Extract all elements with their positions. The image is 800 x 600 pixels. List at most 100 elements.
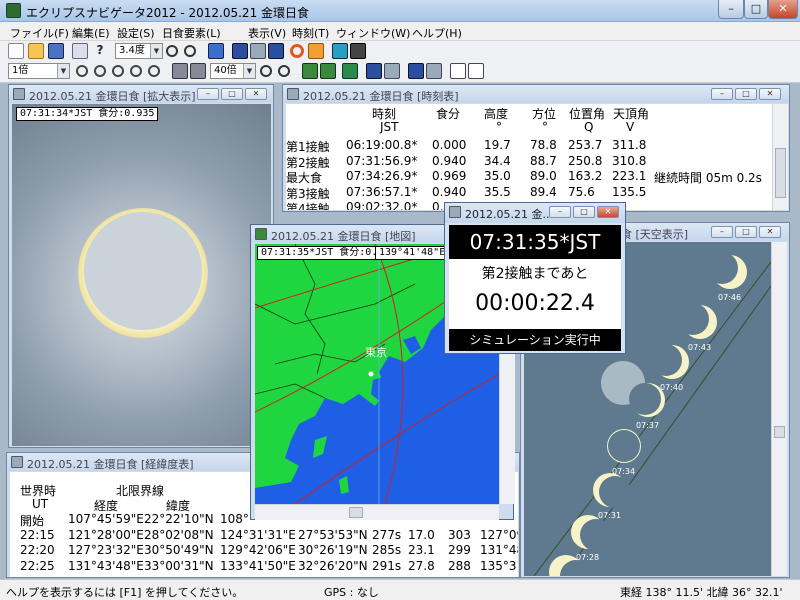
menu-time[interactable]: 時刻(T) [292,25,329,41]
timetable-window: 2012.05.21 金環日食 [時刻表] – □ ✕ 時刻 食分 高度 方位 位置角天… [282,84,790,212]
chevron-down-icon: ▼ [57,64,69,78]
rewind-icon[interactable] [76,65,88,77]
view-sky-icon[interactable] [268,43,284,59]
table-cell: 89.4 [530,184,557,199]
table-cell: 121°28'00"E [68,527,144,542]
window-icon [449,206,461,218]
view-magnified-icon[interactable] [232,43,248,59]
fast-forward-icon[interactable] [148,65,160,77]
photo-icon[interactable] [408,63,424,79]
menu-help[interactable]: ヘルプ(H) [412,25,462,41]
magnification-combo[interactable]: 40倍 ▼ [210,63,256,79]
scroll-thumb[interactable] [774,426,785,438]
countdown-remaining: 00:00:22.4 [475,291,595,316]
close-button[interactable]: ✕ [768,0,798,19]
menu-view[interactable]: 表示(V) [248,25,286,41]
sky-scrollbar[interactable] [771,242,787,576]
tokyo-marker-icon [368,371,374,377]
scroll-thumb[interactable] [349,507,363,518]
step-back-icon[interactable] [94,65,106,77]
table-cell: 06:19:00.8* [346,138,418,152]
zoom-combo[interactable]: 3.4度 ▼ [115,43,163,59]
menu-window[interactable]: ウィンドウ(W) [336,25,410,41]
scroll-thumb[interactable] [775,148,786,198]
close-button[interactable]: ✕ [759,226,781,238]
toolbar-time: 1倍 ▼ 40倍 ▼ [0,61,800,83]
table-cell: 303 [448,527,471,542]
globe-icon[interactable] [302,63,318,79]
minimize-button[interactable]: – [711,226,733,238]
print-icon[interactable] [72,43,88,59]
table-cell: 88.7 [530,153,557,168]
table-cell: 23.1 [408,543,435,557]
table-cell: 129°42'06"E [220,543,296,557]
menu-eclipse-elements[interactable]: 日食要素(L) [162,25,221,41]
menu-file[interactable]: ファイル(F) [10,25,69,41]
maximize-button[interactable]: □ [221,88,243,100]
table-cell: 第4接触 [286,202,330,210]
app-title-bar: エクリプスナビゲータ2012 - 2012.05.21 金環日食 – □ ✕ [0,0,800,22]
menu-edit[interactable]: 編集(E) [72,25,110,41]
toolbar-main: ? 3.4度 ▼ [0,41,800,61]
camera-icon[interactable] [350,43,366,59]
download-icon[interactable] [208,43,224,59]
minimize-button[interactable]: – [549,206,571,218]
timetable-title-bar[interactable]: 2012.05.21 金環日食 [時刻表] – □ ✕ [283,85,789,103]
save-icon[interactable] [48,43,64,59]
maximize-button[interactable]: □ [744,0,768,19]
minimize-button[interactable]: – [711,88,733,100]
moon-disk [84,212,202,330]
help-icon[interactable]: ? [92,43,108,59]
open-folder-icon[interactable] [28,43,44,59]
clock-reset-icon[interactable] [190,63,206,79]
timetable-scrollbar[interactable] [772,104,788,210]
close-button[interactable]: ✕ [245,88,267,100]
minimize-button[interactable]: – [197,88,219,100]
gps-icon[interactable] [342,63,358,79]
speed-combo[interactable]: 1倍 ▼ [8,63,70,79]
table-cell: 28°02'08"N [144,527,214,542]
table-cell: 277s [372,527,402,542]
grid-icon[interactable] [332,43,348,59]
table-cell: 127°09'41" [480,527,518,542]
sun-icon[interactable] [290,44,304,58]
countdown-title-bar[interactable]: 2012.05.21 金... – □ ✕ [445,203,625,223]
zoom-out-icon[interactable] [184,45,196,57]
table-cell: 285s [372,543,402,557]
moon-phase-icon [706,252,738,284]
map-hscrollbar[interactable] [255,504,499,520]
maximize-button[interactable]: □ [735,226,757,238]
maximize-button[interactable]: □ [573,206,595,218]
close-button[interactable]: ✕ [597,206,619,218]
cascade-icon[interactable] [468,63,484,79]
table-cell: 22:25 [20,558,55,573]
table-cell: 78.8 [530,138,557,152]
phase-time-label: 07:40 [660,383,683,392]
eclipse-icon[interactable] [308,43,324,59]
close-button[interactable]: ✕ [759,88,781,100]
maximize-button[interactable]: □ [735,88,757,100]
island [313,436,327,458]
menu-settings[interactable]: 設定(S) [117,25,155,41]
tile-icon[interactable] [450,63,466,79]
table-cell: 89.0 [530,169,557,183]
view-table-icon[interactable] [250,43,266,59]
stop-icon[interactable] [112,65,124,77]
table-cell: 124°31'31"E [220,527,296,542]
window-icon[interactable] [366,63,382,79]
clock-icon[interactable] [172,63,188,79]
minimize-button[interactable]: – [718,0,744,19]
location-icon[interactable] [320,63,336,79]
table-cell: 135.5 [612,184,647,199]
list-icon[interactable] [426,63,442,79]
magnified-title-bar[interactable]: 2012.05.21 金環日食 [拡大表示] – □ ✕ [9,85,273,103]
table-icon[interactable] [384,63,400,79]
table-cell: 09:02:32.0* [346,200,418,210]
new-file-icon[interactable] [8,43,24,59]
play-icon[interactable] [130,65,142,77]
zoom-in-icon[interactable] [260,65,272,77]
magnified-sky: 07:31:34*JST 食分:0.935 [12,104,271,446]
zoom-out-icon[interactable] [278,65,290,77]
zoom-in-icon[interactable] [166,45,178,57]
window-icon [11,456,23,468]
